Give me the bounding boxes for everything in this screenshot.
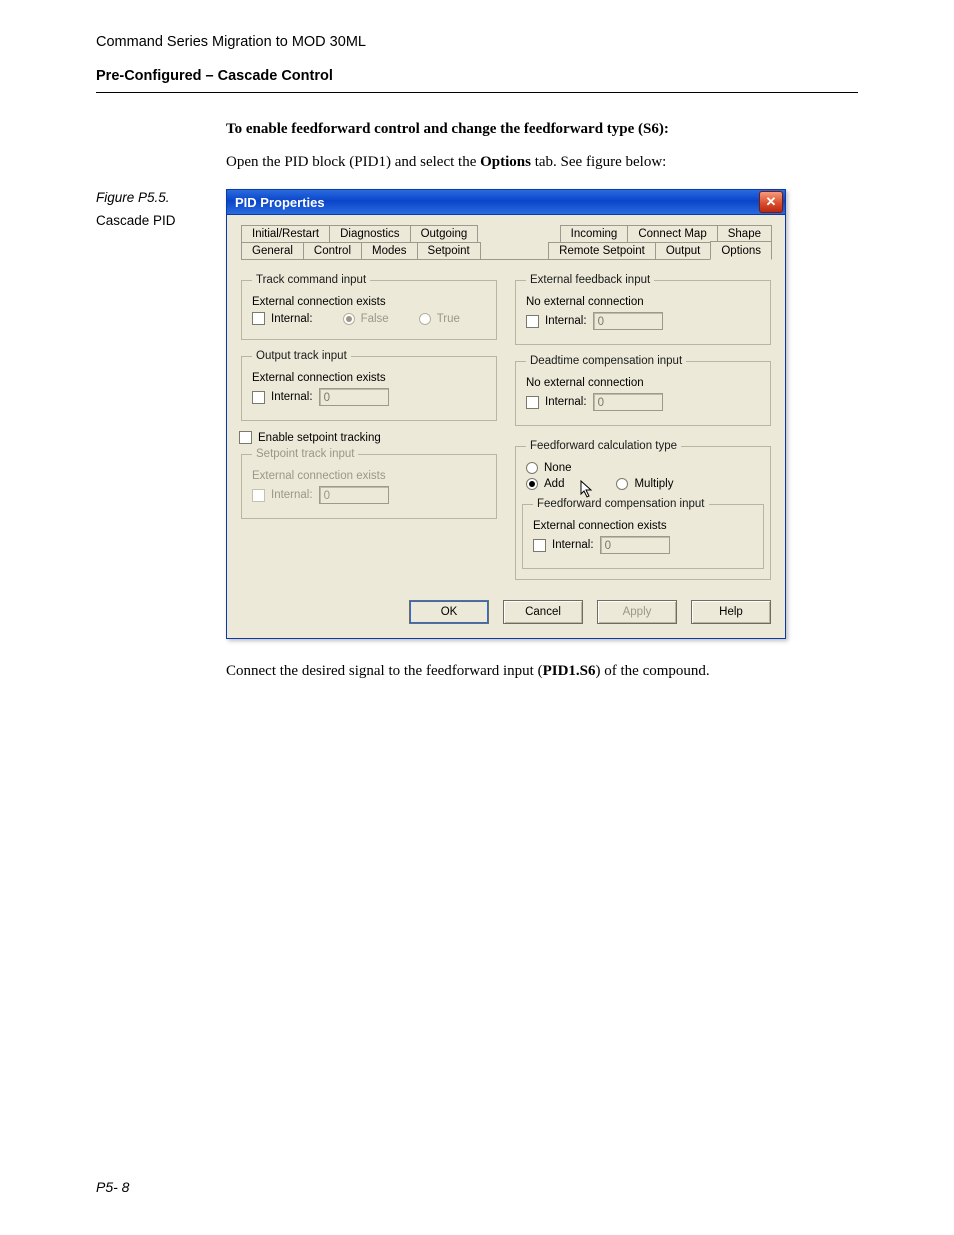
window-title: PID Properties bbox=[235, 195, 759, 210]
tab-outgoing[interactable]: Outgoing bbox=[410, 225, 479, 242]
ff-comp-internal-label: Internal: bbox=[552, 539, 594, 551]
tab-output[interactable]: Output bbox=[655, 242, 712, 260]
section-title: Pre-Configured – Cascade Control bbox=[96, 68, 858, 84]
after-figure-text: Connect the desired signal to the feedfo… bbox=[226, 663, 858, 680]
out-track-internal-label: Internal: bbox=[271, 391, 313, 403]
ext-fb-internal-value[interactable]: 0 bbox=[593, 312, 663, 330]
group-output-track-input: Output track input External connection e… bbox=[241, 350, 497, 421]
instruction-heading: To enable feedforward control and change… bbox=[226, 121, 858, 138]
ff-type-multiply-label: Multiply bbox=[634, 478, 673, 490]
sp-track-internal-value: 0 bbox=[319, 486, 389, 504]
close-button[interactable]: ✕ bbox=[759, 191, 783, 213]
enable-setpoint-tracking-label: Enable setpoint tracking bbox=[258, 432, 381, 444]
sp-track-status: External connection exists bbox=[252, 470, 486, 482]
intro-paragraph: Open the PID block (PID1) and select the… bbox=[226, 154, 858, 171]
page-number: P5- 8 bbox=[96, 1179, 129, 1195]
legend-out-track: Output track input bbox=[252, 350, 351, 362]
ff-type-add-label: Add bbox=[544, 478, 564, 490]
tab-initial-restart[interactable]: Initial/Restart bbox=[241, 225, 330, 242]
group-track-command-input: Track command input External connection … bbox=[241, 274, 497, 340]
deadtime-internal-value[interactable]: 0 bbox=[593, 393, 663, 411]
track-cmd-false-radio[interactable] bbox=[343, 313, 355, 325]
figure-number: Figure P5.5. bbox=[96, 189, 226, 208]
help-button[interactable]: Help bbox=[691, 600, 771, 624]
figure-title: Cascade PID bbox=[96, 212, 226, 231]
sp-track-internal-label: Internal: bbox=[271, 489, 313, 501]
header-rule bbox=[96, 92, 858, 93]
tab-remote-setpoint[interactable]: Remote Setpoint bbox=[548, 242, 656, 260]
tab-general[interactable]: General bbox=[241, 242, 304, 260]
ff-comp-internal-value[interactable]: 0 bbox=[600, 536, 670, 554]
cursor-icon bbox=[580, 480, 594, 498]
enable-setpoint-tracking-checkbox[interactable] bbox=[239, 431, 252, 444]
legend-track-cmd: Track command input bbox=[252, 274, 370, 286]
close-icon: ✕ bbox=[766, 194, 777, 210]
ff-type-none-label: None bbox=[544, 462, 572, 474]
out-track-internal-value[interactable]: 0 bbox=[319, 388, 389, 406]
ff-type-none-radio[interactable] bbox=[526, 462, 538, 474]
ff-comp-internal-checkbox[interactable] bbox=[533, 539, 546, 552]
tab-control[interactable]: Control bbox=[303, 242, 362, 260]
ext-fb-internal-checkbox[interactable] bbox=[526, 315, 539, 328]
running-header: Command Series Migration to MOD 30ML bbox=[96, 34, 858, 50]
legend-ff-comp: Feedforward compensation input bbox=[533, 498, 709, 510]
ext-fb-internal-label: Internal: bbox=[545, 315, 587, 327]
tab-incoming[interactable]: Incoming bbox=[560, 225, 629, 242]
deadtime-status: No external connection bbox=[526, 377, 760, 389]
deadtime-internal-checkbox[interactable] bbox=[526, 396, 539, 409]
tab-setpoint[interactable]: Setpoint bbox=[417, 242, 481, 260]
tab-shape[interactable]: Shape bbox=[717, 225, 772, 242]
titlebar: PID Properties ✕ bbox=[226, 189, 786, 215]
track-cmd-internal-label: Internal: bbox=[271, 313, 313, 325]
ff-comp-status: External connection exists bbox=[533, 520, 753, 532]
legend-ext-fb: External feedback input bbox=[526, 274, 654, 286]
group-feedforward-calc-type: Feedforward calculation type None Add M bbox=[515, 440, 771, 580]
ext-fb-status: No external connection bbox=[526, 296, 760, 308]
track-cmd-status: External connection exists bbox=[252, 296, 486, 308]
tabs: Initial/Restart Diagnostics Outgoing Inc… bbox=[241, 225, 771, 260]
pid-properties-dialog: PID Properties ✕ Initial/Restart Diagnos… bbox=[226, 189, 786, 639]
ff-type-multiply-radio[interactable] bbox=[616, 478, 628, 490]
group-deadtime-compensation-input: Deadtime compensation input No external … bbox=[515, 355, 771, 426]
track-cmd-false-label: False bbox=[361, 313, 389, 325]
legend-ff-type: Feedforward calculation type bbox=[526, 440, 681, 452]
tab-modes[interactable]: Modes bbox=[361, 242, 418, 260]
sp-track-internal-checkbox bbox=[252, 489, 265, 502]
ok-button[interactable]: OK bbox=[409, 600, 489, 624]
tab-options[interactable]: Options bbox=[710, 241, 772, 260]
group-external-feedback-input: External feedback input No external conn… bbox=[515, 274, 771, 345]
track-cmd-true-label: True bbox=[437, 313, 460, 325]
group-feedforward-compensation-input: Feedforward compensation input External … bbox=[522, 498, 764, 569]
tab-diagnostics[interactable]: Diagnostics bbox=[329, 225, 410, 242]
legend-sp-track: Setpoint track input bbox=[252, 448, 358, 460]
out-track-internal-checkbox[interactable] bbox=[252, 391, 265, 404]
legend-deadtime: Deadtime compensation input bbox=[526, 355, 686, 367]
deadtime-internal-label: Internal: bbox=[545, 396, 587, 408]
out-track-status: External connection exists bbox=[252, 372, 486, 384]
group-setpoint-track-input: Setpoint track input External connection… bbox=[241, 448, 497, 519]
track-cmd-internal-checkbox[interactable] bbox=[252, 312, 265, 325]
tab-connect-map[interactable]: Connect Map bbox=[627, 225, 717, 242]
ff-type-add-radio[interactable] bbox=[526, 478, 538, 490]
apply-button: Apply bbox=[597, 600, 677, 624]
cancel-button[interactable]: Cancel bbox=[503, 600, 583, 624]
track-cmd-true-radio[interactable] bbox=[419, 313, 431, 325]
